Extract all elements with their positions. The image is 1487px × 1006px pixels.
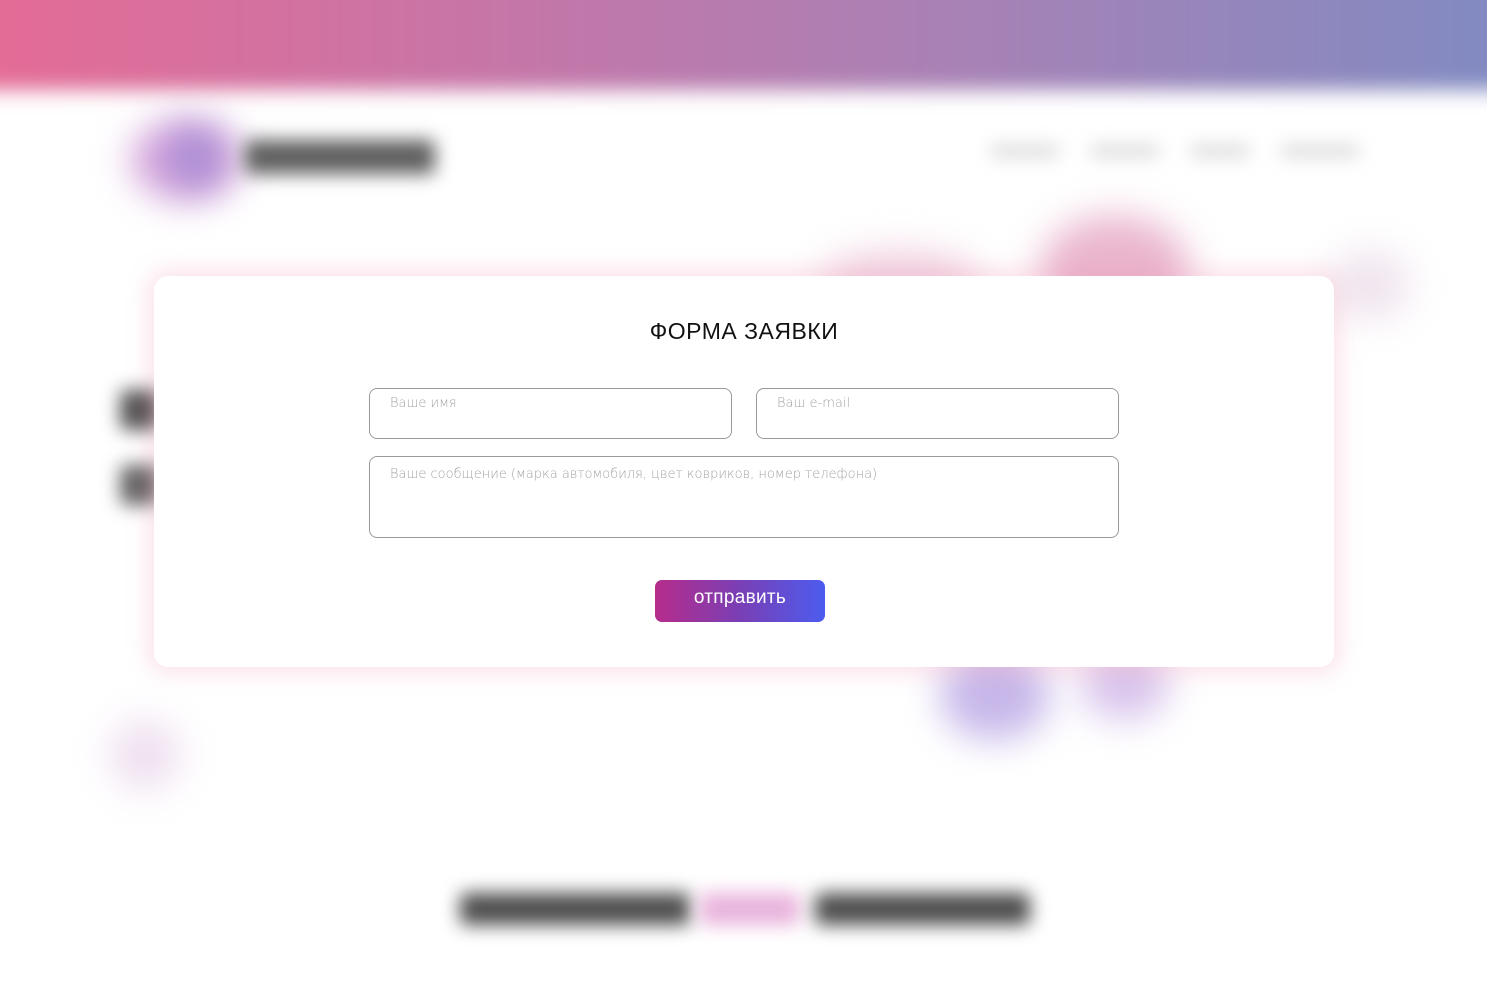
blurred-nav-item — [1190, 145, 1250, 157]
blurred-nav-item — [1090, 145, 1160, 157]
blurred-logo-text — [245, 140, 435, 174]
submit-button[interactable]: отправить — [655, 580, 825, 622]
name-input[interactable] — [369, 388, 732, 439]
header-gradient-band — [0, 0, 1487, 90]
blurred-nav-item — [990, 145, 1060, 157]
blurred-hero-shape — [1330, 250, 1410, 320]
modal-title: ФОРМА ЗАЯВКИ — [649, 318, 839, 344]
email-input[interactable] — [756, 388, 1119, 439]
blurred-hero-shape — [110, 720, 180, 790]
blurred-nav-item — [1280, 145, 1360, 157]
request-form-modal: ФОРМА ЗАЯВКИ отправить — [154, 276, 1334, 667]
message-textarea[interactable] — [369, 456, 1119, 538]
blurred-footer-text — [460, 893, 690, 925]
blurred-footer-text-accent — [700, 893, 800, 925]
blurred-footer-text — [815, 893, 1030, 925]
blurred-logo-icon-core — [165, 128, 225, 188]
